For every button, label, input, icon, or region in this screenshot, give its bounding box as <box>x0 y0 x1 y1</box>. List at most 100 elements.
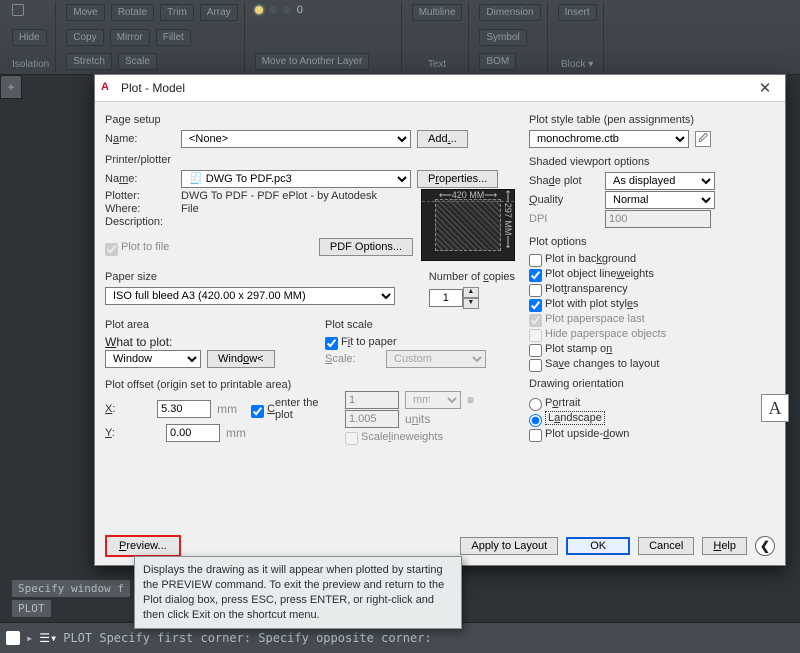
dimension-button[interactable]: Dimension <box>479 4 540 21</box>
scale-num-input <box>345 391 399 409</box>
offset-x-input[interactable] <box>157 400 211 418</box>
shade-plot-label: Shade plot <box>529 175 599 187</box>
multiline-text-button[interactable]: Multiline <box>412 4 463 21</box>
command-text: PLOT Specify first corner: Specify oppos… <box>63 631 431 645</box>
stretch-button[interactable]: Stretch <box>66 53 112 70</box>
hide-button[interactable]: Hide <box>12 29 47 46</box>
layer-zero: 0 <box>297 4 303 16</box>
printer-name-select[interactable]: 🧾 DWG To PDF.pc3 <box>181 170 411 188</box>
plot-area-select[interactable]: Window <box>105 350 201 368</box>
add-pagesetup-button[interactable]: Add... <box>417 130 468 148</box>
opt-paperspace-last-checkbox: Plot paperspace last <box>529 312 789 325</box>
fit-to-paper-checkbox[interactable]: Fit to paper <box>325 335 515 348</box>
fillet-button[interactable]: Fillet <box>156 29 191 46</box>
plot-offset-group: Plot offset (origin set to printable are… <box>105 375 325 445</box>
isolation-group-label: Isolation <box>12 59 49 70</box>
app-logo-icon: A <box>101 81 115 95</box>
units-label: units <box>405 412 430 426</box>
scale-lineweights-checkbox: Scale lineweights <box>345 430 515 443</box>
paper-size-select[interactable]: ISO full bleed A3 (420.00 x 297.00 MM) <box>105 287 395 305</box>
window-pick-button[interactable]: Window< <box>207 350 275 368</box>
scale-equals-icon: ≡ <box>467 393 474 407</box>
trim-button[interactable]: Trim <box>160 4 194 21</box>
cancel-button[interactable]: Cancel <box>638 537 694 555</box>
symbol-button[interactable]: Symbol <box>479 29 526 46</box>
opt-transparency-checkbox[interactable]: Plot transparency <box>529 282 789 295</box>
copies-title: Number of copies <box>429 271 515 283</box>
mirror-button[interactable]: Mirror <box>110 29 150 46</box>
fewer-options-icon[interactable]: ❮ <box>755 536 775 556</box>
preview-button[interactable]: Preview... <box>105 535 181 557</box>
opt-lineweights-checkbox[interactable]: Plot object lineweights <box>529 267 789 280</box>
dialog-titlebar[interactable]: A Plot - Model ✕ <box>95 75 785 102</box>
help-button[interactable]: Help <box>702 537 747 555</box>
center-plot-checkbox[interactable]: Center the plot <box>251 397 325 421</box>
insert-button[interactable]: Insert <box>558 4 597 21</box>
opt-save-layout-checkbox[interactable]: Save changes to layout <box>529 357 789 370</box>
cmd-recent-icon[interactable]: ☰▾ <box>39 631 57 645</box>
apply-to-layout-button[interactable]: Apply to Layout <box>460 537 558 555</box>
y-unit: mm <box>226 426 246 440</box>
printer-properties-button[interactable]: Properties... <box>417 170 498 188</box>
hide-icon <box>12 4 24 16</box>
scale-unit-select: mm <box>405 391 461 409</box>
rotate-button[interactable]: Rotate <box>111 4 154 21</box>
close-icon[interactable]: ✕ <box>751 79 779 97</box>
dpi-label: DPI <box>529 213 599 225</box>
edit-style-icon[interactable]: 🖉 <box>695 131 711 147</box>
ok-button[interactable]: OK <box>566 537 630 555</box>
text-group-label: Text <box>412 59 463 70</box>
opt-styles-checkbox[interactable]: Plot with plot styles <box>529 297 789 310</box>
plot-style-group: Plot style table (pen assignments) monoc… <box>529 114 789 148</box>
shaded-title: Shaded viewport options <box>529 156 789 168</box>
ribbon: Hide Isolation Move Rotate Trim Array Co… <box>0 0 800 75</box>
orientation-group: Drawing orientation Portrait Landscape P… <box>529 378 789 442</box>
array-button[interactable]: Array <box>200 4 238 21</box>
plot-offset-title: Plot offset (origin set to printable are… <box>105 379 325 391</box>
copies-up[interactable]: ▲ <box>463 287 479 298</box>
scale-label: Scale: <box>325 353 380 365</box>
page-setup-name-select[interactable]: <None> <box>181 130 411 148</box>
where-label: Where: <box>105 203 175 215</box>
bulb-icon <box>255 6 263 14</box>
x-label: X: <box>105 403 151 415</box>
move-layer-button[interactable]: Move to Another Layer <box>255 53 370 70</box>
orientation-title: Drawing orientation <box>529 378 789 390</box>
quality-label: Quality <box>529 194 599 206</box>
page-setup-group: Page setup Name: <None> Add... <box>105 114 515 148</box>
bom-button[interactable]: BOM <box>479 53 516 70</box>
paper-preview: ⟵420 MM⟶ ⟵297 MM⟶ <box>421 189 515 261</box>
where-value: File <box>181 203 199 215</box>
scale-values-group: mm ≡ units Scale lineweights <box>345 375 515 445</box>
paper-width-label: ⟵420 MM⟶ <box>439 190 497 200</box>
plot-scale-group: Plot scale Fit to paper Scale: Custom <box>325 315 515 369</box>
plot-style-select[interactable]: monochrome.ctb <box>529 130 689 148</box>
copy-button[interactable]: Copy <box>66 29 103 46</box>
freeze-icon <box>269 6 277 14</box>
scale-button[interactable]: Scale <box>118 53 157 70</box>
copies-group: Number of copies ▲ ▼ <box>429 267 515 309</box>
offset-y-input[interactable] <box>166 424 220 442</box>
printer-title: Printer/plotter <box>105 154 515 166</box>
add-tab[interactable]: + <box>0 75 22 99</box>
pdf-options-button[interactable]: PDF Options... <box>319 238 413 256</box>
upside-checkbox[interactable]: Plot upside-down <box>529 427 629 440</box>
plotter-value: DWG To PDF - PDF ePlot - by Autodesk <box>181 190 377 202</box>
copies-down[interactable]: ▼ <box>463 298 479 309</box>
cmd-prompt-icon <box>6 631 20 645</box>
opt-background-checkbox[interactable]: Plot in background <box>529 252 789 265</box>
scale-select: Custom <box>386 350 486 368</box>
dialog-button-row: Preview... Apply to Layout OK Cancel Hel… <box>105 535 775 557</box>
shade-plot-select[interactable]: As displayed <box>605 172 715 190</box>
move-button[interactable]: Move <box>66 4 104 21</box>
opt-stamp-checkbox[interactable]: Plot stamp on <box>529 342 789 355</box>
orientation-preview-icon: A <box>761 394 789 422</box>
plot-options-group: Plot options Plot in background Plot obj… <box>529 236 789 370</box>
lock-icon <box>283 6 291 14</box>
x-unit: mm <box>217 402 237 416</box>
landscape-radio[interactable]: Landscape <box>529 411 629 425</box>
quality-select[interactable]: Normal <box>605 191 715 209</box>
portrait-radio[interactable]: Portrait <box>529 396 629 409</box>
plot-style-title: Plot style table (pen assignments) <box>529 114 789 126</box>
plotter-label: Plotter: <box>105 190 175 202</box>
